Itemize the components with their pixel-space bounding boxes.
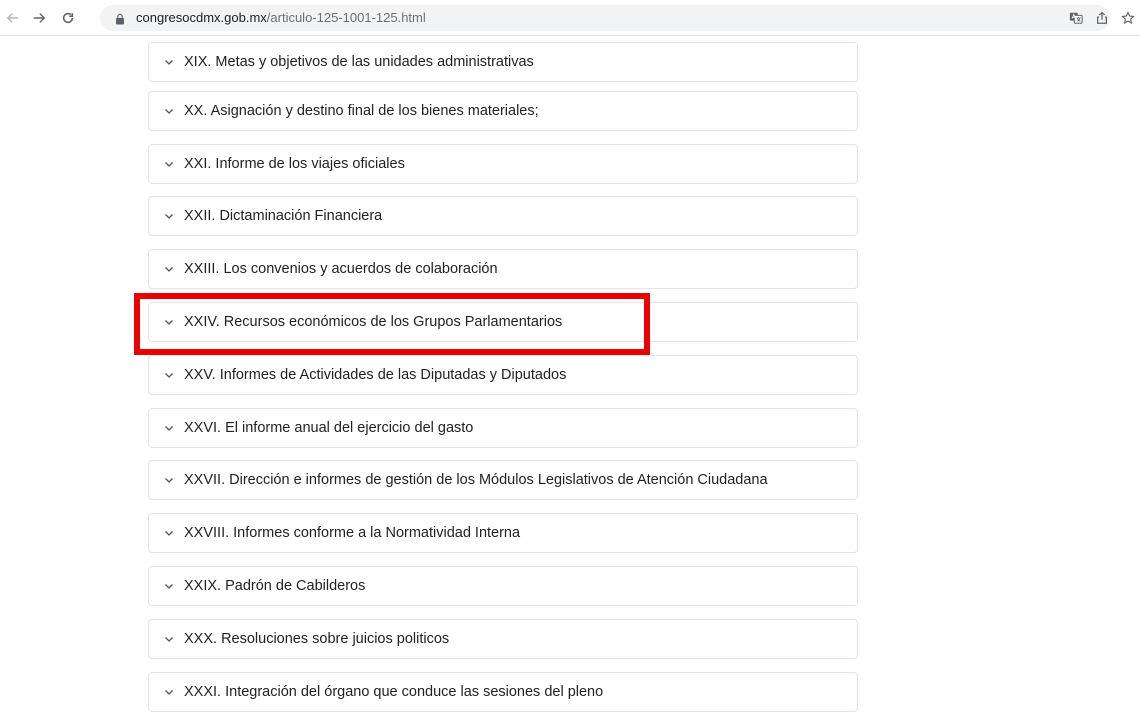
chevron-down-icon (163, 686, 175, 698)
accordion-item-label: XXVIII. Informes conforme a la Normativi… (184, 525, 521, 541)
url-text: congresocdmx.gob.mx/articulo-125-1001-12… (136, 10, 426, 26)
chevron-down-icon (163, 316, 175, 328)
accordion-item-label: XXVII. Dirección e informes de gestión d… (184, 472, 768, 488)
accordion-item-label: XXI. Informe de los viajes oficiales (184, 156, 405, 172)
accordion-item-label: XX. Asignación y destino final de los bi… (184, 103, 539, 119)
accordion-item[interactable]: XXX. Resoluciones sobre juicios politico… (148, 619, 858, 659)
accordion-item-label: XXXI. Integración del órgano que conduce… (184, 684, 604, 700)
url-host: congresocdmx.gob.mx (136, 10, 267, 25)
accordion-item-label: XXVI. El informe anual del ejercicio del… (184, 420, 474, 436)
reload-icon[interactable] (58, 8, 78, 28)
accordion-item[interactable]: XXV. Informes de Actividades de las Dipu… (148, 355, 858, 395)
chevron-down-icon (163, 56, 175, 68)
accordion-item-recursos-economicos[interactable]: XXIV. Recursos económicos de los Grupos … (148, 302, 858, 342)
share-icon[interactable] (1094, 10, 1110, 26)
accordion-item[interactable]: XXII. Dictaminación Financiera (148, 196, 858, 236)
accordion-item[interactable]: XXVIII. Informes conforme a la Normativi… (148, 513, 858, 553)
address-bar[interactable]: congresocdmx.gob.mx/articulo-125-1001-12… (100, 5, 1110, 31)
accordion-item[interactable]: XXVI. El informe anual del ejercicio del… (148, 408, 858, 448)
toolbar-actions (1068, 8, 1136, 28)
accordion-item[interactable]: XXXI. Integración del órgano que conduce… (148, 672, 858, 712)
accordion-item-label: XXV. Informes de Actividades de las Dipu… (184, 367, 567, 383)
accordion-item[interactable]: XXIII. Los convenios y acuerdos de colab… (148, 249, 858, 289)
accordion-item[interactable]: XX. Asignación y destino final de los bi… (148, 91, 858, 131)
chevron-down-icon (163, 580, 175, 592)
chevron-down-icon (163, 633, 175, 645)
lock-icon (114, 12, 126, 25)
accordion-item-label: XXII. Dictaminación Financiera (184, 208, 383, 224)
translate-icon[interactable] (1068, 10, 1084, 26)
forward-arrow-icon[interactable] (29, 8, 49, 28)
chevron-down-icon (163, 210, 175, 222)
back-arrow-icon[interactable] (3, 8, 23, 28)
accordion-item-label: XXIII. Los convenios y acuerdos de colab… (184, 261, 498, 277)
accordion-item[interactable]: XIX. Metas y objetivos de las unidades a… (148, 42, 858, 82)
accordion-item[interactable]: XXVII. Dirección e informes de gestión d… (148, 460, 858, 500)
chevron-down-icon (163, 422, 175, 434)
accordion-item[interactable]: XXIX. Padrón de Cabilderos (148, 566, 858, 606)
accordion-item-label: XXIV. Recursos económicos de los Grupos … (184, 314, 563, 330)
bookmark-star-icon[interactable] (1120, 10, 1136, 26)
chevron-down-icon (163, 369, 175, 381)
accordion-item[interactable]: XXI. Informe de los viajes oficiales (148, 144, 858, 184)
chevron-down-icon (163, 474, 175, 486)
accordion-item-label: XIX. Metas y objetivos de las unidades a… (184, 54, 534, 70)
chevron-down-icon (163, 263, 175, 275)
browser-toolbar: congresocdmx.gob.mx/articulo-125-1001-12… (0, 0, 1140, 36)
url-path: /articulo-125-1001-125.html (266, 10, 426, 25)
chevron-down-icon (163, 158, 175, 170)
chevron-down-icon (163, 105, 175, 117)
accordion-item-label: XXIX. Padrón de Cabilderos (184, 578, 366, 594)
accordion-item-label: XXX. Resoluciones sobre juicios politico… (184, 631, 450, 647)
chevron-down-icon (163, 527, 175, 539)
